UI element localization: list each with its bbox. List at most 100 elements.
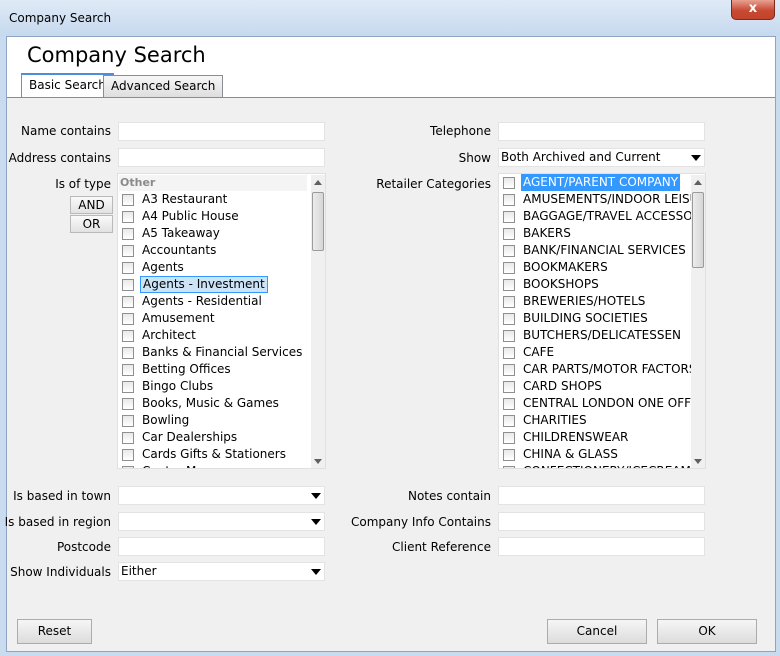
checkbox-icon[interactable] bbox=[503, 262, 515, 274]
show-individuals-value: Either bbox=[121, 564, 157, 578]
checkbox-icon[interactable] bbox=[503, 466, 515, 468]
checkbox-icon[interactable] bbox=[503, 449, 515, 461]
checkbox-icon[interactable] bbox=[503, 245, 515, 257]
list-item-label: BOOKSHOPS bbox=[523, 277, 599, 291]
notes-contain-input[interactable] bbox=[498, 486, 705, 505]
scroll-up-icon[interactable] bbox=[694, 180, 702, 185]
list-item-label: Bingo Clubs bbox=[142, 379, 214, 393]
address-contains-label: Address contains bbox=[8, 151, 111, 165]
tab-basic-search[interactable]: Basic Search bbox=[21, 73, 114, 98]
list-item-label: BOOKMAKERS bbox=[523, 260, 608, 274]
checkbox-icon[interactable] bbox=[122, 211, 134, 223]
based-in-town-label: Is based in town bbox=[13, 489, 111, 503]
checkbox-icon[interactable] bbox=[503, 432, 515, 444]
ok-button[interactable]: OK bbox=[657, 619, 757, 644]
close-button[interactable]: x bbox=[731, 0, 775, 20]
type-group-header: Other bbox=[119, 175, 307, 191]
checkbox-icon[interactable] bbox=[503, 211, 515, 223]
scroll-down-icon[interactable] bbox=[694, 459, 702, 464]
retailer-categories-listbox[interactable]: AGENT/PARENT COMPANY AMUSEMENTS/INDOOR LE… bbox=[498, 173, 706, 469]
checkbox-icon[interactable] bbox=[122, 194, 134, 206]
name-contains-input[interactable] bbox=[118, 122, 325, 141]
checkbox-icon[interactable] bbox=[122, 279, 134, 291]
checkbox-icon[interactable] bbox=[503, 330, 515, 342]
checkbox-icon[interactable] bbox=[503, 364, 515, 376]
header-band: Company Search Basic Search Advanced Sea… bbox=[7, 37, 775, 98]
list-item-label: CAFE bbox=[523, 345, 555, 359]
based-in-region-select[interactable] bbox=[118, 512, 325, 531]
type-scrollbar[interactable] bbox=[311, 175, 325, 468]
checkbox-icon[interactable] bbox=[503, 398, 515, 410]
list-item-label: AMUSEMENTS/INDOOR LEISUR bbox=[523, 192, 706, 206]
list-item-label: Books, Music & Games bbox=[142, 396, 279, 410]
reset-button[interactable]: Reset bbox=[17, 619, 92, 644]
notes-contain-label: Notes contain bbox=[407, 489, 491, 503]
checkbox-icon[interactable] bbox=[503, 228, 515, 240]
list-item-label: Bowling bbox=[142, 413, 190, 427]
checkbox-icon[interactable] bbox=[122, 313, 134, 325]
checkbox-icon[interactable] bbox=[122, 381, 134, 393]
checkbox-icon[interactable] bbox=[122, 466, 134, 468]
company-info-contains-input[interactable] bbox=[498, 512, 705, 531]
name-contains-label: Name contains bbox=[20, 124, 111, 138]
list-item-label: Accountants bbox=[142, 243, 217, 257]
client-reference-label: Client Reference bbox=[392, 540, 491, 554]
tab-advanced-search[interactable]: Advanced Search bbox=[103, 75, 224, 97]
checkbox-icon[interactable] bbox=[503, 177, 515, 189]
type-scroll-thumb[interactable] bbox=[312, 192, 324, 251]
show-label: Show bbox=[458, 151, 491, 165]
checkbox-icon[interactable] bbox=[122, 347, 134, 359]
company-info-contains-label: Company Info Contains bbox=[350, 515, 491, 529]
categories-scrollbar[interactable] bbox=[691, 175, 705, 468]
checkbox-icon[interactable] bbox=[122, 262, 134, 274]
list-item-label: Architect bbox=[142, 328, 196, 342]
checkbox-icon[interactable] bbox=[503, 194, 515, 206]
and-button[interactable]: AND bbox=[70, 196, 113, 214]
checkbox-icon[interactable] bbox=[503, 381, 515, 393]
categories-scroll-thumb[interactable] bbox=[692, 192, 704, 268]
show-individuals-select[interactable]: Either bbox=[118, 562, 325, 581]
page-title: Company Search bbox=[27, 43, 206, 67]
chevron-down-icon bbox=[311, 569, 321, 575]
list-item-label: Agents bbox=[142, 260, 184, 274]
checkbox-icon[interactable] bbox=[122, 296, 134, 308]
cancel-button[interactable]: Cancel bbox=[547, 619, 647, 644]
chevron-down-icon bbox=[311, 493, 321, 499]
list-item-label: Amusement bbox=[142, 311, 215, 325]
close-icon: x bbox=[748, 1, 758, 16]
or-button[interactable]: OR bbox=[70, 215, 113, 233]
checkbox-icon[interactable] bbox=[503, 313, 515, 325]
show-select[interactable]: Both Archived and Current bbox=[498, 148, 705, 167]
list-item-label: A4 Public House bbox=[142, 209, 239, 223]
address-contains-input[interactable] bbox=[118, 148, 325, 167]
scroll-down-icon[interactable] bbox=[314, 459, 322, 464]
based-in-town-select[interactable] bbox=[118, 486, 325, 505]
list-item-label: BAGGAGE/TRAVEL ACCESSORY bbox=[523, 209, 706, 223]
checkbox-icon[interactable] bbox=[503, 296, 515, 308]
list-item-label: Agents - Investment bbox=[140, 276, 268, 293]
checkbox-icon[interactable] bbox=[122, 398, 134, 410]
list-item-label: CHARITIES bbox=[523, 413, 587, 427]
checkbox-icon[interactable] bbox=[122, 364, 134, 376]
checkbox-icon[interactable] bbox=[122, 228, 134, 240]
telephone-input[interactable] bbox=[498, 122, 705, 141]
checkbox-icon[interactable] bbox=[503, 415, 515, 427]
checkbox-icon[interactable] bbox=[503, 347, 515, 359]
list-item-label: CHINA & GLASS bbox=[523, 447, 618, 461]
type-listbox[interactable]: Other A3 Restaurant A4 Public House A5 Tak… bbox=[117, 173, 326, 469]
chevron-down-icon bbox=[311, 519, 321, 525]
postcode-input[interactable] bbox=[118, 537, 325, 556]
dialog-body: Company Search Basic Search Advanced Sea… bbox=[5, 36, 776, 652]
list-item-label: BUILDING SOCIETIES bbox=[523, 311, 648, 325]
list-item-label: CHILDRENSWEAR bbox=[523, 430, 629, 444]
checkbox-icon[interactable] bbox=[122, 330, 134, 342]
list-item-label: CONFECTIONERY/ICECREAM bbox=[521, 463, 693, 468]
retailer-categories-label: Retailer Categories bbox=[376, 177, 491, 191]
checkbox-icon[interactable] bbox=[122, 432, 134, 444]
checkbox-icon[interactable] bbox=[122, 415, 134, 427]
checkbox-icon[interactable] bbox=[122, 245, 134, 257]
checkbox-icon[interactable] bbox=[122, 449, 134, 461]
checkbox-icon[interactable] bbox=[503, 279, 515, 291]
scroll-up-icon[interactable] bbox=[314, 180, 322, 185]
client-reference-input[interactable] bbox=[498, 537, 705, 556]
